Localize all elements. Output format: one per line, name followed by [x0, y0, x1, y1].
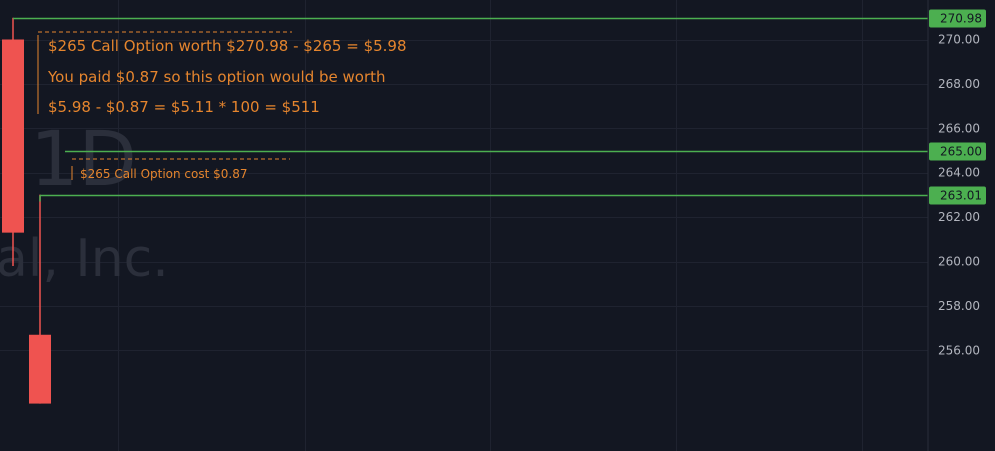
price-axis-label: 260.00 [938, 255, 980, 269]
price-tag: 265.00 [929, 142, 986, 161]
chart-canvas[interactable]: 1D al, Inc. $265 Call Option worth $270.… [0, 0, 995, 451]
price-axis[interactable]: 270.00 268.00 266.00 264.00 262.00 260.00 258.… [927, 0, 980, 451]
candle-body [29, 334, 51, 404]
price-axis-label: 270.00 [938, 33, 980, 47]
price-axis-label: 258.00 [938, 299, 980, 313]
price-tag-label: 263.01 [940, 189, 982, 203]
price-axis-label: 262.00 [938, 210, 980, 224]
annotations[interactable]: $265 Call Option worth $270.98 - $265 = … [37, 31, 407, 181]
annotation-line: $265 Call Option worth $270.98 - $265 = … [48, 37, 407, 55]
annotation-line: $265 Call Option cost $0.87 [80, 167, 248, 181]
price-axis-label: 268.00 [938, 77, 980, 91]
price-tag: 270.98 [929, 9, 986, 28]
price-tag-label: 270.98 [940, 12, 982, 26]
price-axis-label: 266.00 [938, 121, 980, 135]
candle-body [2, 39, 24, 233]
annotation-line: $5.98 - $0.87 = $5.11 * 100 = $511 [48, 98, 320, 116]
annotation-line: You paid $0.87 so this option would be w… [47, 68, 386, 86]
watermark-company: al, Inc. [0, 229, 169, 289]
candles[interactable] [2, 17, 51, 404]
symbol-watermark: 1D al, Inc. [0, 114, 169, 289]
price-axis-label: 256.00 [938, 343, 980, 357]
candle[interactable] [2, 17, 24, 266]
candle[interactable] [29, 194, 51, 404]
watermark-symbol: 1D [30, 114, 137, 203]
price-tag: 263.01 [929, 186, 986, 205]
price-tag-label: 265.00 [940, 145, 982, 159]
annotation-main[interactable]: $265 Call Option worth $270.98 - $265 = … [37, 31, 407, 116]
price-axis-label: 264.00 [938, 166, 980, 180]
